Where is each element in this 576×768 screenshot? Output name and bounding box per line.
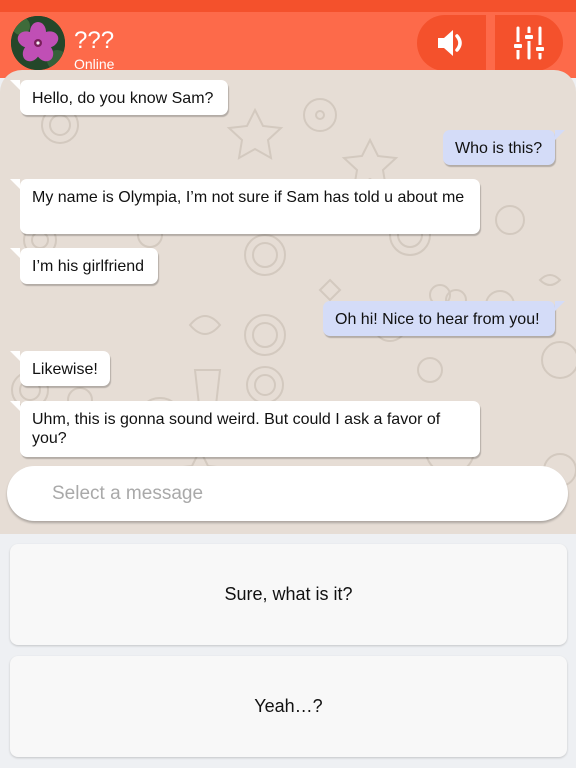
contact-name: ??? xyxy=(74,27,115,54)
message-text: Hello, do you know Sam? xyxy=(32,90,214,107)
message-text: My name is Olympia, I’m not sure if Sam … xyxy=(32,189,465,206)
reply-option-label: Sure, what is it? xyxy=(224,584,353,604)
reply-option-label: Yeah…? xyxy=(254,696,323,716)
message-text: I’m his girlfriend xyxy=(32,258,145,275)
message-text: Who is this? xyxy=(455,140,543,157)
message-bubble-incoming: Hello, do you know Sam? xyxy=(10,80,228,115)
message-bubble-outgoing: Oh hi! Nice to hear from you! xyxy=(323,301,565,336)
message-select-input[interactable]: Select a message xyxy=(7,466,568,521)
message-text: Uhm, this is gonna sound weird. But coul… xyxy=(32,411,441,447)
flower-avatar-icon xyxy=(11,16,65,70)
status-strip xyxy=(0,0,576,12)
message-bubble-incoming: Likewise! xyxy=(10,351,110,386)
message-bubble-incoming: Uhm, this is gonna sound weird. But coul… xyxy=(10,401,480,457)
settings-button[interactable] xyxy=(495,15,563,71)
input-placeholder: Select a message xyxy=(52,483,204,504)
reply-option-1[interactable]: Sure, what is it? xyxy=(10,544,567,645)
sliders-icon xyxy=(512,26,546,60)
message-text: Likewise! xyxy=(32,361,98,378)
message-bubble-outgoing: Who is this? xyxy=(443,130,565,165)
message-text: Oh hi! Nice to hear from you! xyxy=(335,311,540,328)
chat-header: ??? Online xyxy=(0,12,576,78)
speaker-icon xyxy=(437,30,462,56)
chat-area[interactable]: Hello, do you know Sam? Who is this? My … xyxy=(0,70,576,534)
sound-button[interactable] xyxy=(417,15,486,71)
message-bubble-incoming: My name is Olympia, I’m not sure if Sam … xyxy=(10,179,480,234)
reply-option-2[interactable]: Yeah…? xyxy=(10,656,567,757)
contact-avatar[interactable] xyxy=(11,16,65,70)
message-bubble-incoming: I’m his girlfriend xyxy=(10,248,158,284)
